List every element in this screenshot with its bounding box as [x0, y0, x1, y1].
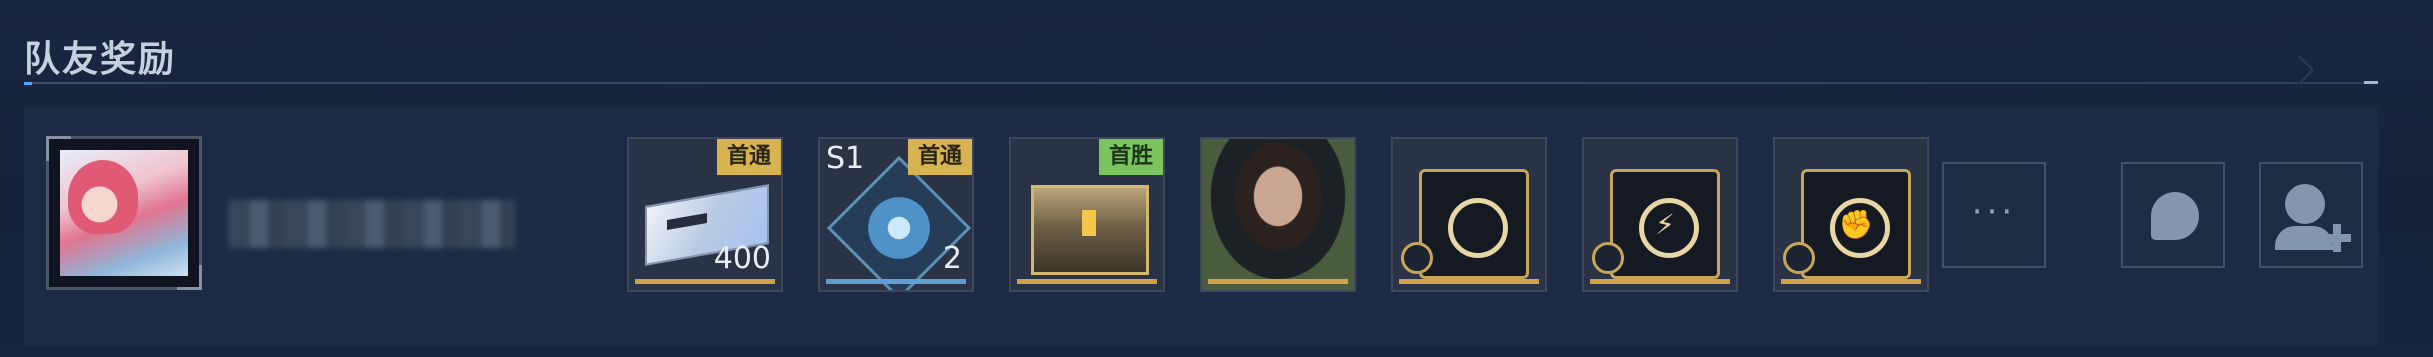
more-rewards-button[interactable]: ···	[1942, 162, 2046, 268]
reward-item-chest[interactable]: 首胜	[1009, 137, 1165, 292]
lemon-action-button[interactable]	[2121, 162, 2225, 268]
season-label: S1	[826, 141, 865, 176]
reward-item-card[interactable]: 首通 400	[627, 137, 783, 292]
rarity-bar	[1590, 279, 1730, 284]
first-win-tag: 首胜	[1098, 139, 1163, 175]
ellipsis-icon: ···	[1971, 192, 2017, 232]
reward-item-skill-bolt[interactable]: ⚡	[1582, 137, 1738, 292]
rarity-bar	[635, 279, 775, 284]
player-avatar[interactable]	[46, 136, 202, 290]
lemon-icon	[2151, 192, 2199, 240]
title-divider-accent	[24, 82, 32, 85]
cycle-ring-icon	[1448, 198, 1508, 258]
network-badge-icon	[1592, 242, 1624, 274]
treasure-chest-icon	[1031, 185, 1149, 275]
rarity-bar	[1208, 279, 1348, 284]
chest-lock	[1082, 210, 1096, 236]
rarity-bar	[1017, 279, 1157, 284]
reward-item-character[interactable]	[1200, 137, 1356, 292]
network-badge-icon	[1783, 242, 1815, 274]
reward-item-skill-fist[interactable]: ✊	[1773, 137, 1929, 292]
reward-count: 400	[713, 241, 771, 276]
reward-item-cube[interactable]: S1 首通 2	[818, 137, 974, 292]
reward-item-skill-cycle[interactable]	[1391, 137, 1547, 292]
card-stripe	[667, 213, 707, 231]
skill-card-frame	[1419, 169, 1529, 279]
first-clear-tag: 首通	[907, 139, 972, 175]
first-clear-tag: 首通	[716, 139, 781, 175]
player-name-blurred: ·	[228, 200, 516, 248]
avatar-corner-top-left	[46, 136, 71, 161]
rarity-bar	[826, 279, 966, 284]
fist-icon: ✊	[1838, 208, 1874, 241]
rarity-bar	[1781, 279, 1921, 284]
lightning-icon: ⚡	[1655, 208, 1675, 241]
plus-icon	[2333, 224, 2341, 252]
avatar-character	[68, 160, 138, 234]
avatar-corner-bottom-right	[177, 265, 202, 290]
network-badge-icon	[1401, 242, 1433, 274]
add-friend-button[interactable]	[2259, 162, 2363, 268]
skill-card-frame: ⚡	[1610, 169, 1720, 279]
rarity-bar	[1399, 279, 1539, 284]
add-friend-icon	[2285, 184, 2325, 224]
chevron-right-icon	[2285, 55, 2315, 85]
title-divider	[24, 82, 2376, 84]
character-portrait	[1202, 139, 1354, 290]
title-divider-end-mark	[2364, 81, 2378, 84]
reward-count: 2	[942, 241, 962, 276]
section-title: 队友奖励	[24, 39, 177, 80]
teammate-rewards-panel: 队友奖励 · 首通 400 S1 首通 2 首胜	[0, 0, 2433, 357]
skill-card-frame: ✊	[1801, 169, 1911, 279]
